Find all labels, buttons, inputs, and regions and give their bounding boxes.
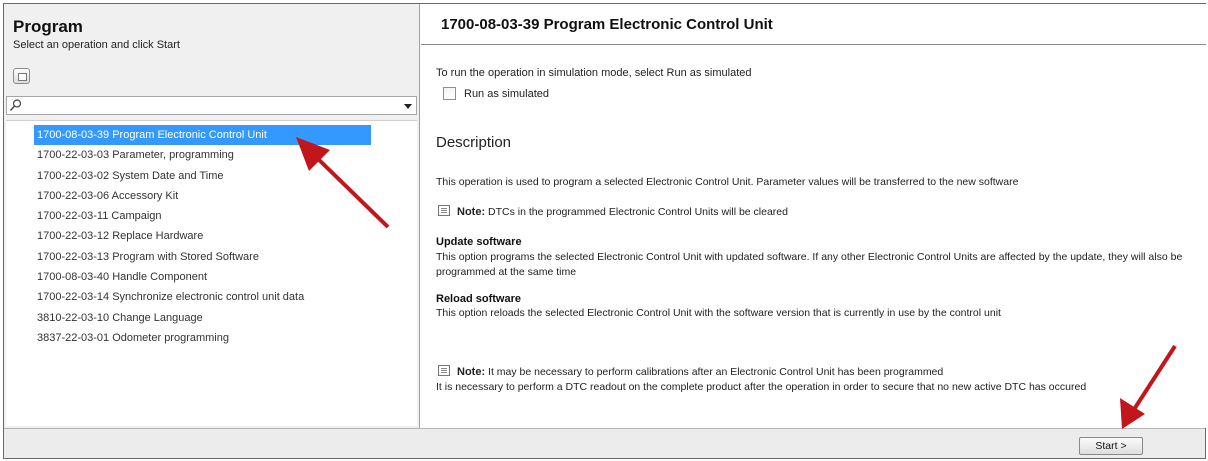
operation-list: 1700-08-03-39 Program Electronic Control…: [6, 120, 417, 426]
operation-details-panel: 1700-08-03-39 Program Electronic Control…: [421, 4, 1206, 428]
list-item[interactable]: 1700-22-03-06 Accessory Kit: [34, 186, 371, 206]
note-label: Note:: [457, 366, 486, 378]
note-icon: [438, 365, 450, 376]
update-software-text: This option programs the selected Electr…: [436, 251, 1183, 278]
operation-list-items: 1700-08-03-39 Program Electronic Control…: [34, 125, 371, 348]
panel-subtitle: Select an operation and click Start: [13, 39, 180, 51]
list-item[interactable]: 1700-22-03-11 Campaign: [34, 206, 371, 226]
note-text: DTCs in the programmed Electronic Contro…: [485, 206, 788, 218]
note-dtc-cleared: Note: DTCs in the programmed Electronic …: [457, 206, 788, 218]
reload-software-heading: Reload software: [436, 293, 521, 305]
list-item[interactable]: 3837-22-03-01 Odometer programming: [34, 328, 371, 348]
simulation-instructions: To run the operation in simulation mode,…: [436, 67, 752, 79]
list-item[interactable]: 1700-22-03-12 Replace Hardware: [34, 226, 371, 246]
list-item[interactable]: 1700-22-03-02 System Date and Time: [34, 166, 371, 186]
search-input[interactable]: [6, 96, 417, 115]
reload-software-text: This option reloads the selected Electro…: [436, 307, 1001, 319]
list-item[interactable]: 1700-08-03-39 Program Electronic Control…: [34, 125, 371, 146]
chevron-down-icon[interactable]: [404, 104, 412, 109]
operation-title: 1700-08-03-39 Program Electronic Control…: [441, 16, 773, 33]
note-label: Note:: [457, 206, 486, 218]
note-calibration: Note: It may be necessary to perform cal…: [457, 366, 943, 378]
dtc-readout-note: It is necessary to perform a DTC readout…: [436, 381, 1087, 393]
run-as-simulated-checkbox[interactable]: [443, 87, 456, 100]
start-button[interactable]: Start >: [1079, 437, 1143, 455]
program-window: Program Select an operation and click St…: [3, 3, 1206, 459]
list-item[interactable]: 3810-22-03-10 Change Language: [34, 308, 371, 328]
title-divider: [421, 44, 1206, 45]
list-item[interactable]: 1700-22-03-03 Parameter, programming: [34, 145, 371, 165]
list-item[interactable]: 1700-22-03-13 Program with Stored Softwa…: [34, 247, 371, 267]
update-software-heading: Update software: [436, 236, 522, 248]
note-icon: [438, 205, 450, 216]
panel-title: Program: [13, 17, 83, 36]
run-as-simulated-label[interactable]: Run as simulated: [464, 88, 549, 100]
bottom-toolbar: Start >: [4, 428, 1205, 458]
description-heading: Description: [436, 134, 512, 151]
operation-list-panel: Program Select an operation and click St…: [4, 4, 420, 428]
list-item[interactable]: 1700-22-03-14 Synchronize electronic con…: [34, 287, 371, 307]
collapse-all-button[interactable]: [13, 68, 30, 84]
note-text: It may be necessary to perform calibrati…: [485, 366, 944, 378]
search-icon: [9, 99, 22, 111]
description-text: This operation is used to program a sele…: [436, 176, 1019, 188]
list-item[interactable]: 1700-08-03-40 Handle Component: [34, 267, 371, 287]
